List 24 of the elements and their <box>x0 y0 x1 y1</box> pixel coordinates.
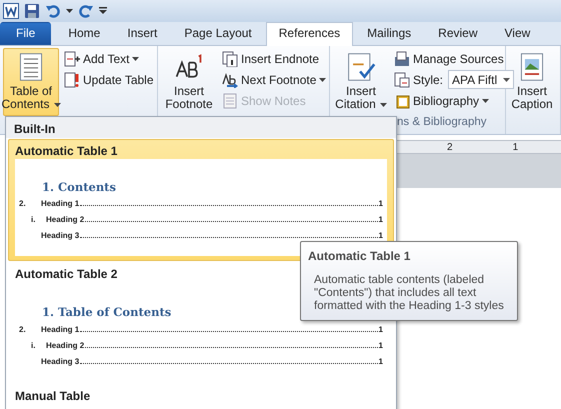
entry-number: 2. <box>19 324 26 334</box>
entry-page: 1 <box>378 340 383 352</box>
entry-text: Heading 3 <box>41 230 80 242</box>
entry-number: 2. <box>19 199 26 208</box>
entry-page: 1 <box>378 214 383 226</box>
entry-text: Heading 3 <box>41 356 80 368</box>
entry-text: Heading 2 <box>46 340 84 352</box>
entry-page: 1 <box>378 198 383 210</box>
entry-text: Heading 1 <box>41 198 80 210</box>
entry-page: 1 <box>378 230 383 242</box>
preview-heading: 1. Contents <box>42 179 116 196</box>
entry-text: Heading 1 <box>41 324 80 336</box>
tooltip-text: Automatic table contents (labeled "Contents") that includes all text formatted with the Heading 1-3 styles <box>313 274 505 314</box>
section-header: Built-In <box>6 117 396 138</box>
ruler-number: 1 <box>512 140 518 154</box>
entry-number: i. <box>31 340 36 350</box>
entry-text: Heading 2 <box>46 214 84 226</box>
entry-number: i. <box>31 215 36 224</box>
ruler-number: 2 <box>447 140 453 154</box>
style-label: Style: <box>393 69 444 90</box>
preview-heading: 1. Table of Contents <box>42 304 172 322</box>
entry-page: 1 <box>378 356 383 368</box>
group-label: ns & Bibliography <box>397 114 486 130</box>
entry-page: 1 <box>378 324 383 336</box>
